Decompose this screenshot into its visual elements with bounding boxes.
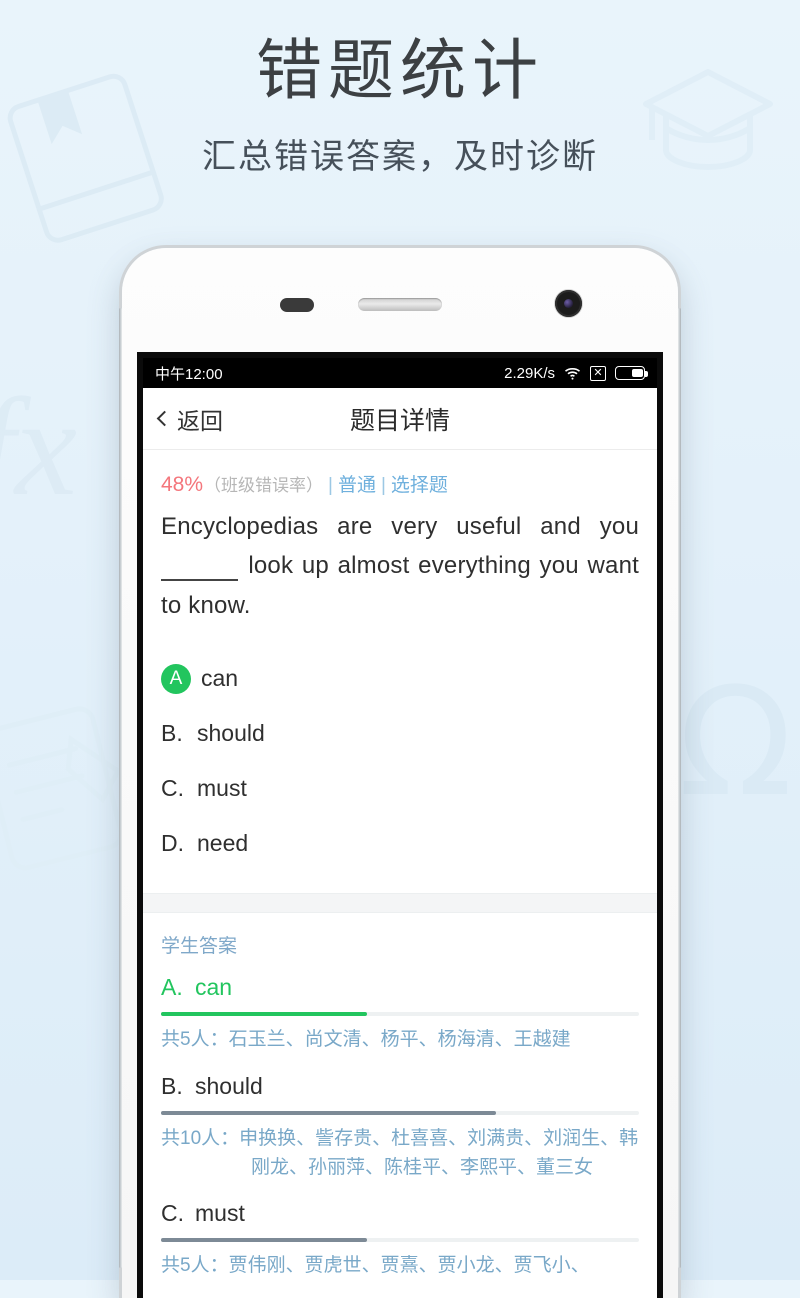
answer-a-title: A. can <box>161 974 639 1001</box>
answer-a-name-list: 石玉兰、尚文清、杨平、杨海清、王越建 <box>228 1029 571 1051</box>
omega-icon: Ω <box>678 656 793 830</box>
question-text: Encyclopedias are very useful and you lo… <box>143 497 657 625</box>
option-d-text: need <box>197 830 249 857</box>
option-b-letter: B. <box>161 720 183 747</box>
back-button-label: 返回 <box>177 407 223 434</box>
meta-separator-2: | <box>380 475 386 496</box>
x-signal-icon: ✕ <box>590 365 606 381</box>
page-subtitle: 汇总错误答案，及时诊断 <box>202 137 598 176</box>
phone-mockup: 中午12:00 2.29K/s ✕ 返回 题目详情 48% （班级错误率） | … <box>119 248 681 1298</box>
answer-c-text: must <box>195 1200 245 1227</box>
answer-c-students: 共5人：贾伟刚、贾虎世、贾熹、贾小龙、贾飞小、 <box>161 1251 639 1280</box>
battery-icon <box>615 366 648 380</box>
option-c[interactable]: C. must <box>161 761 639 816</box>
front-camera-icon <box>555 290 582 317</box>
phone-screen: 中午12:00 2.29K/s ✕ 返回 题目详情 48% （班级错误率） | … <box>137 352 663 1298</box>
question-part-1: Encyclopedias are very useful and you <box>161 513 639 540</box>
wifi-icon <box>564 367 581 380</box>
option-a-text: can <box>201 665 239 692</box>
question-blank <box>161 552 238 582</box>
answer-b-text: should <box>195 1072 263 1099</box>
answer-b-bar-track <box>161 1110 639 1115</box>
answer-a-bar-track <box>161 1012 639 1017</box>
promo-headline: 错题统计 汇总错误答案，及时诊断 <box>0 34 800 178</box>
meta-separator-1: | <box>328 475 333 496</box>
answer-b-students: 共10人：申换换、訾存贵、杜喜喜、刘满贵、刘润生、韩刚龙、孙丽萍、陈桂平、李熙平… <box>161 1124 639 1183</box>
proximity-sensor-icon <box>280 298 314 312</box>
answer-a-bar-fill <box>161 1012 367 1017</box>
answer-c-count: 共5人： <box>161 1255 229 1277</box>
error-rate-label: （班级错误率） <box>204 476 324 495</box>
answer-c-letter: C. <box>161 1200 184 1227</box>
earpiece-speaker-icon <box>358 298 442 311</box>
answer-b-name-list: 申换换、訾存贵、杜喜喜、刘满贵、刘润生、韩刚龙、孙丽萍、陈桂平、李熙平、董三女 <box>239 1127 639 1178</box>
answer-c-title: C. must <box>161 1200 639 1227</box>
error-rate-value: 48% <box>161 473 204 496</box>
option-d[interactable]: D. need <box>161 816 639 871</box>
option-d-letter: D. <box>161 830 184 857</box>
option-b[interactable]: B. should <box>161 706 639 761</box>
option-b-text: should <box>197 720 265 747</box>
student-answers-section: 学生答案 A. can 共5人：石玉兰、尚文清、杨平、杨海清、王越建 B. shou… <box>143 913 657 1281</box>
option-list: A can B. should C. must D. need <box>143 625 657 871</box>
status-time: 中午12:00 <box>155 365 223 383</box>
answer-group-c: C. must 共5人：贾伟刚、贾虎世、贾熹、贾小龙、贾飞小、 <box>161 1200 639 1280</box>
network-speed: 2.29K/s <box>504 364 555 382</box>
nav-bar: 返回 题目详情 <box>143 388 657 450</box>
answer-a-text: can <box>195 974 233 1001</box>
answer-a-letter: A. <box>161 974 183 1001</box>
student-answers-header: 学生答案 <box>161 936 238 958</box>
page-title: 错题统计 <box>256 33 544 107</box>
difficulty-tag[interactable]: 普通 <box>338 470 376 497</box>
answer-group-b: B. should 共10人：申换换、訾存贵、杜喜喜、刘满贵、刘润生、韩刚龙、孙丽… <box>161 1073 639 1183</box>
answer-b-letter: B. <box>161 1072 183 1099</box>
option-c-letter: C. <box>161 775 184 802</box>
answer-a-count: 共5人： <box>161 1029 229 1051</box>
fx-icon: fx <box>0 370 78 525</box>
question-meta-row: 48% （班级错误率） | 普通 | 选择题 <box>143 450 657 497</box>
status-bar: 中午12:00 2.29K/s ✕ <box>143 358 657 388</box>
answer-c-bar-fill <box>161 1238 367 1243</box>
chevron-left-icon <box>156 410 173 426</box>
answer-a-students: 共5人：石玉兰、尚文清、杨平、杨海清、王越建 <box>161 1025 639 1054</box>
answer-b-bar-fill <box>161 1110 496 1115</box>
option-c-text: must <box>197 775 247 802</box>
answer-c-name-list: 贾伟刚、贾虎世、贾熹、贾小龙、贾飞小、 <box>228 1255 590 1277</box>
answer-group-a: A. can 共5人：石玉兰、尚文清、杨平、杨海清、王越建 <box>161 974 639 1054</box>
section-divider <box>143 893 657 914</box>
back-button[interactable]: 返回 <box>143 402 223 436</box>
answer-b-title: B. should <box>161 1073 639 1100</box>
question-type-tag[interactable]: 选择题 <box>391 470 448 497</box>
option-a-correct-badge: A <box>161 663 191 694</box>
answer-b-count: 共10人： <box>161 1127 240 1149</box>
answer-c-bar-track <box>161 1238 639 1243</box>
option-a[interactable]: A can <box>161 651 639 706</box>
